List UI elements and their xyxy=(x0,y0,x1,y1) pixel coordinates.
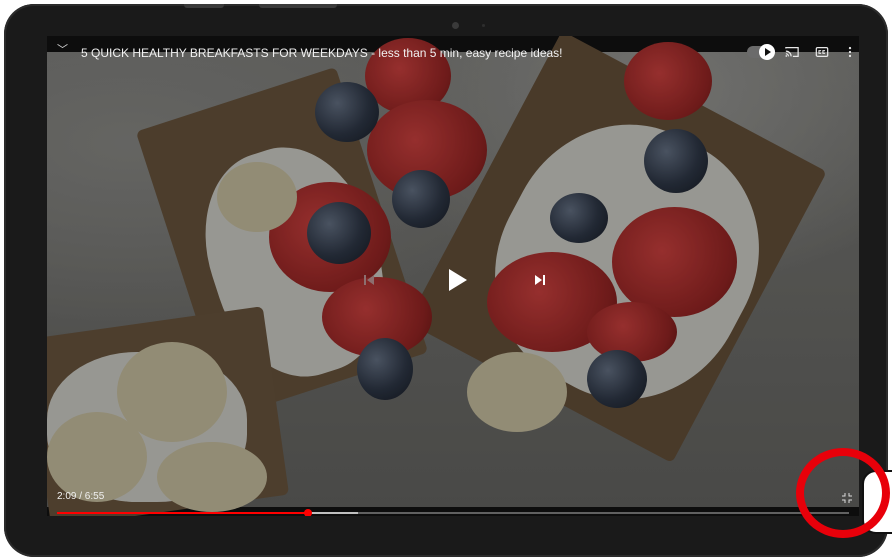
play-icon[interactable] xyxy=(445,268,469,292)
front-camera xyxy=(452,22,459,29)
video-title: 5 QUICK HEALTHY BREAKFASTS FOR WEEKDAYS … xyxy=(81,46,563,60)
power-button xyxy=(259,4,337,8)
player-top-bar: ﹀ 5 QUICK HEALTHY BREAKFASTS FOR WEEKDAY… xyxy=(47,36,859,68)
autoplay-toggle-icon xyxy=(759,44,775,60)
captions-icon[interactable] xyxy=(815,45,829,59)
highlight-circle xyxy=(796,448,890,538)
next-icon[interactable] xyxy=(533,273,547,287)
chevron-down-icon[interactable]: ﹀ xyxy=(57,44,69,56)
autoplay-toggle[interactable] xyxy=(747,44,775,60)
previous-icon xyxy=(364,275,374,285)
more-vert-icon[interactable] xyxy=(843,45,857,59)
cast-icon[interactable] xyxy=(785,45,799,59)
progress-played xyxy=(57,512,309,514)
volume-button xyxy=(184,4,224,8)
light-sensor xyxy=(482,24,485,27)
video-player[interactable]: ﹀ 5 QUICK HEALTHY BREAKFASTS FOR WEEKDAY… xyxy=(47,36,859,516)
progress-bar[interactable] xyxy=(57,509,849,516)
time-display: 2:09 / 6:55 xyxy=(57,491,105,502)
progress-scrubber[interactable] xyxy=(304,509,313,516)
